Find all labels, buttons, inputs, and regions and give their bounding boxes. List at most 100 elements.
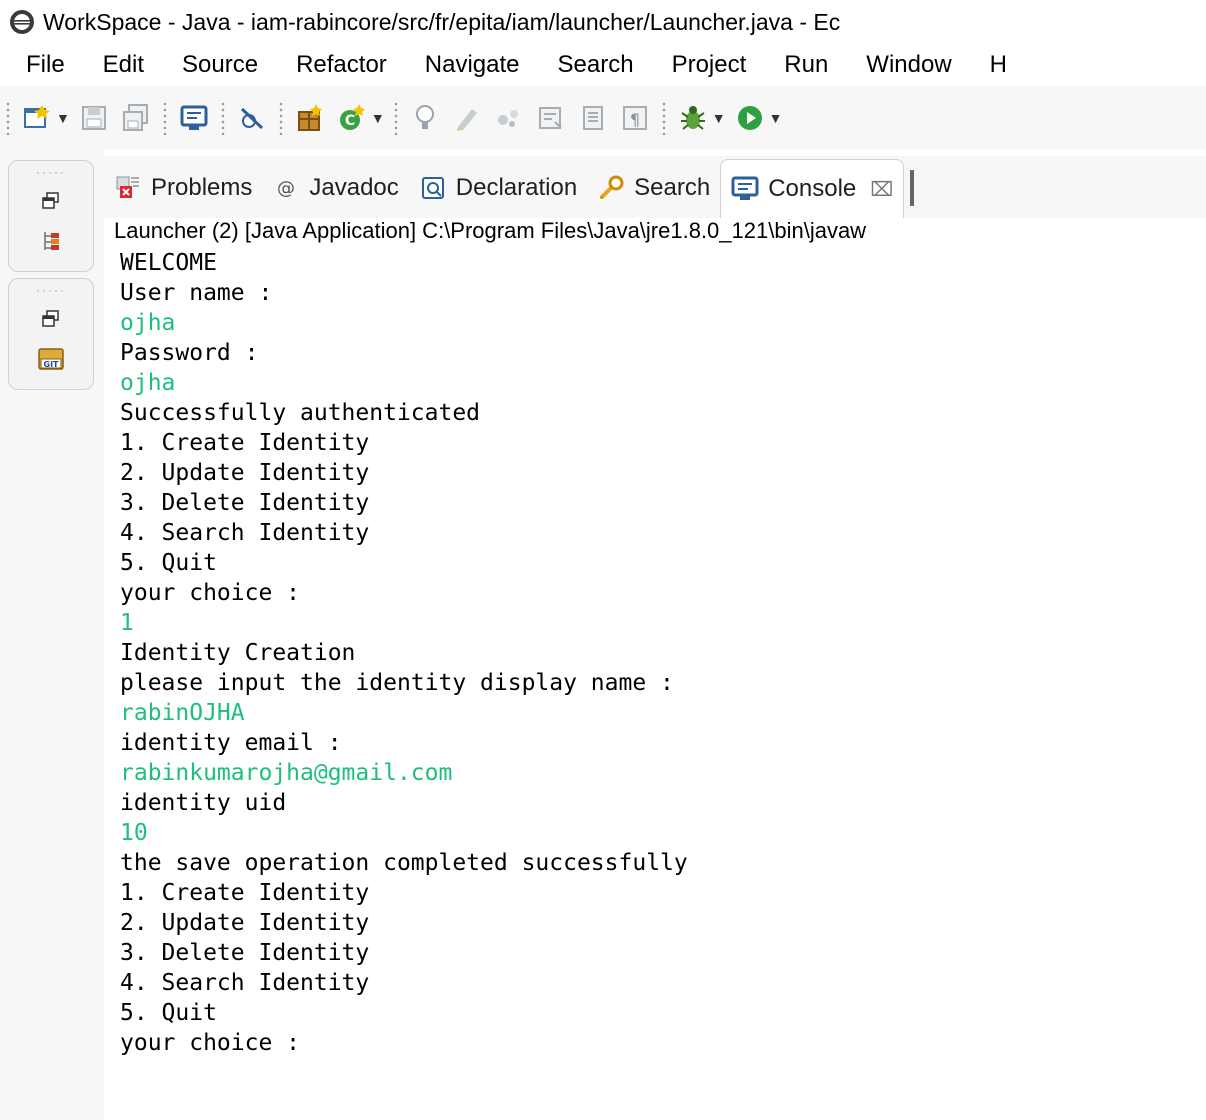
console-input-line: rabinkumarojha@gmail.com [120,760,453,786]
svg-text:¶: ¶ [630,110,640,129]
tab-label: Javadoc [309,174,399,201]
word-wrap-icon[interactable] [492,101,526,135]
console-output[interactable]: WELCOME User name : ojha Password : ojha Succ… [120,248,1206,1058]
svg-text:@: @ [277,178,295,199]
toggle-breakpoint-icon[interactable] [408,101,442,135]
drag-handle[interactable]: ····· [36,284,66,299]
toolbar-separator [393,101,398,135]
menu-project[interactable]: Project [653,51,766,79]
console-output-line: identity email : [120,730,342,756]
javadoc-icon: @ [272,174,300,202]
console-output-line: Successfully authenticated [120,400,481,426]
svg-text:GIT: GIT [44,360,60,369]
console-output-line: 1. Create Identity [120,430,370,456]
toolbar-separator [162,101,167,135]
problems-icon [114,174,142,202]
console-output-line: 2. Update Identity [120,460,370,486]
left-trim: ····· ····· GIT [8,160,94,396]
console-output-line: 1. Create Identity [120,880,370,906]
tab-label: Search [634,174,711,201]
console-output-line: 3. Delete Identity [120,490,370,516]
console-output-line: identity uid [120,790,287,816]
menu-run[interactable]: Run [765,51,847,79]
menu-edit[interactable]: Edit [84,51,163,79]
main-toolbar: ▼ C ▼ ¶ ▼ ▼ [0,86,1206,150]
save-icon[interactable] [77,101,111,135]
new-java-package-icon[interactable] [293,101,327,135]
console-output-line: please input the identity display name : [120,670,674,696]
console-output-line: WELCOME [120,250,217,276]
tab-overflow-edge [910,170,915,206]
new-wizard-icon[interactable] [20,101,54,135]
console-output-line: User name : [120,280,273,306]
title-bar: WorkSpace - Java - iam-rabincore/src/fr/… [0,0,1206,44]
menu-file[interactable]: File [0,51,84,79]
chevron-down-icon[interactable]: ▼ [56,110,70,126]
console-output-line: 3. Delete Identity [120,940,370,966]
console-input-line: rabinOJHA [120,700,245,726]
window-title: WorkSpace - Java - iam-rabincore/src/fr/… [43,8,841,35]
console-input-line: ojha [120,370,176,396]
toolbar-separator [278,101,283,135]
tab-javadoc[interactable]: @ Javadoc [262,162,408,214]
console-output-line: Password : [120,340,259,366]
console-input-line: 1 [120,610,134,636]
restore-icon[interactable] [36,186,66,216]
view-tab-bar: Problems @ Javadoc Declaration Search Co… [104,156,1206,218]
chevron-down-icon[interactable]: ▼ [712,110,726,126]
document-icon[interactable] [576,101,610,135]
tab-label: Declaration [455,174,578,201]
restore-icon[interactable] [36,304,66,334]
tab-declaration[interactable]: Declaration [409,162,587,214]
menu-window[interactable]: Window [847,51,970,79]
drag-handle[interactable]: ····· [36,166,66,181]
menu-bar: File Edit Source Refactor Navigate Searc… [0,44,1206,86]
new-java-class-icon[interactable]: C [335,101,369,135]
console-output-line: 5. Quit [120,550,217,576]
toggle-mark-occurrences-icon[interactable] [450,101,484,135]
declaration-icon [419,174,447,202]
console-output-line: 4. Search Identity [120,970,370,996]
chevron-down-icon[interactable]: ▼ [769,110,783,126]
tab-console[interactable]: Console ⌧ [720,159,905,218]
show-whitespace-icon[interactable] [534,101,568,135]
tab-label: Problems [151,174,253,201]
outline-icon[interactable] [36,226,66,256]
minimized-stack: ····· [8,160,94,272]
toolbar-separator [661,101,666,135]
pilcrow-icon[interactable]: ¶ [618,101,652,135]
menu-refactor[interactable]: Refactor [277,51,406,79]
console-output-line: Identity Creation [120,640,356,666]
search-icon [597,174,625,202]
console-output-line: 2. Update Identity [120,910,370,936]
tab-label: Console [768,175,857,202]
minimized-stack: ····· GIT [8,278,94,390]
open-console-icon[interactable] [177,101,211,135]
toolbar-separator [220,101,225,135]
tab-search[interactable]: Search [587,162,720,214]
toolbar-separator [6,101,10,135]
tab-problems[interactable]: Problems [104,162,262,214]
console-icon [731,175,759,203]
console-output-line: your choice : [120,1030,301,1056]
git-repositories-icon[interactable]: GIT [36,344,66,374]
console-input-line: 10 [120,820,148,846]
launch-description: Launcher (2) [Java Application] C:\Progr… [114,218,867,243]
console-output-line: 4. Search Identity [120,520,370,546]
console-output-line: 5. Quit [120,1000,217,1026]
svg-text:C: C [345,113,355,129]
menu-help[interactable]: H [971,51,1026,79]
save-all-icon[interactable] [119,101,153,135]
menu-source[interactable]: Source [163,51,277,79]
menu-search[interactable]: Search [539,51,653,79]
console-output-line: your choice : [120,580,301,606]
console-view: Problems @ Javadoc Declaration Search Co… [104,150,1206,1120]
eclipse-app-icon [10,10,34,34]
menu-navigate[interactable]: Navigate [406,51,539,79]
debug-icon[interactable] [676,101,710,135]
skip-breakpoints-icon[interactable] [235,101,269,135]
run-icon[interactable] [733,101,767,135]
console-output-line: the save operation completed successfull… [120,850,688,876]
close-icon[interactable]: ⌧ [870,177,893,202]
chevron-down-icon[interactable]: ▼ [371,110,385,126]
